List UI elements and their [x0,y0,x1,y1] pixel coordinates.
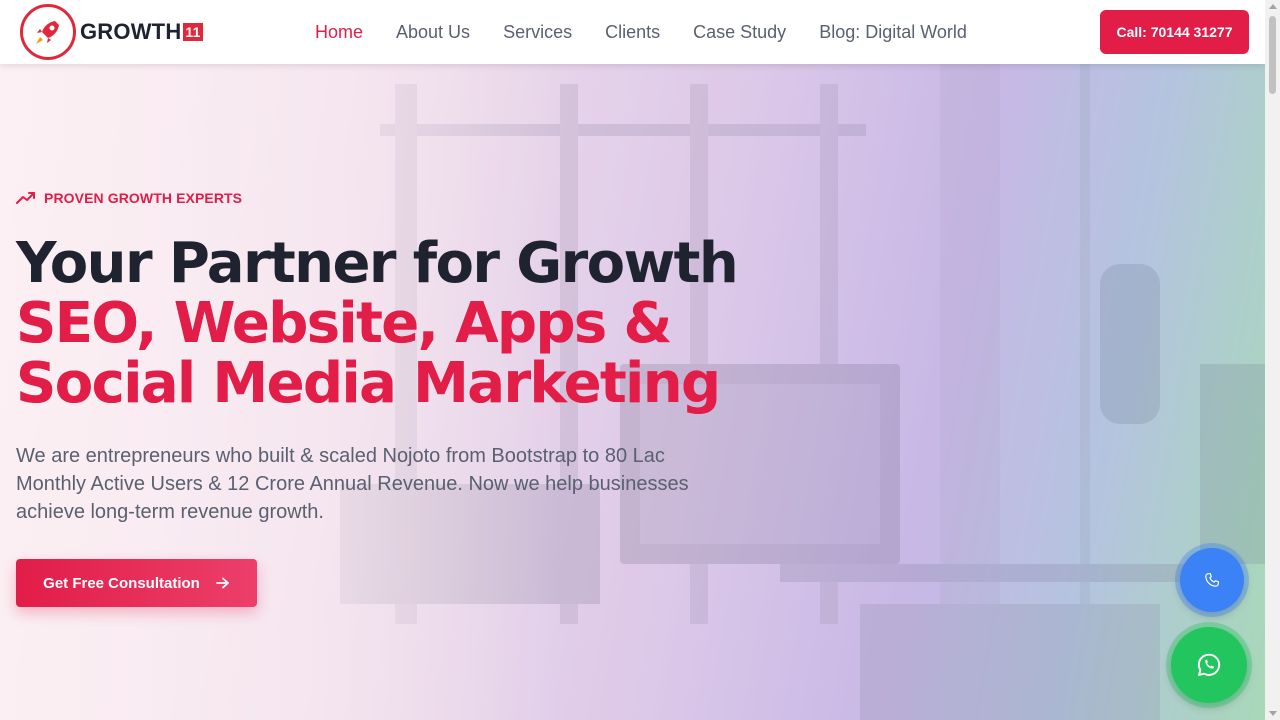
scrollbar-thumb[interactable] [1269,16,1276,94]
whatsapp-fab[interactable] [1171,627,1247,703]
hero-title: Your Partner for Growth SEO, Website, Ap… [16,231,739,414]
hero-eyebrow: PROVEN GROWTH EXPERTS [16,190,242,206]
call-button[interactable]: Call: 70144 31277 [1100,10,1249,54]
scroll-up-arrow-icon[interactable] [1269,4,1277,9]
nav-services[interactable]: Services [503,22,572,43]
site-header: GROWTH 11 Home About Us Services Clients… [0,0,1265,64]
hero-title-line-1: Your Partner for Growth [16,231,739,296]
phone-fab[interactable] [1180,548,1244,612]
nav-clients[interactable]: Clients [605,22,660,43]
hero-description: We are entrepreneurs who built & scaled … [16,445,689,523]
nav-home[interactable]: Home [315,22,363,43]
hero-title-line-2: SEO, Website, Apps & [16,294,737,354]
rocket-icon [20,4,76,60]
cta-label: Get Free Consultation [43,574,200,592]
scroll-down-arrow-icon[interactable] [1269,711,1277,716]
nav-case-study[interactable]: Case Study [693,22,786,43]
whatsapp-icon [1197,653,1221,676]
logo-wordmark: GROWTH 11 [80,19,203,44]
main-nav: Home About Us Services Clients Case Stud… [315,0,1000,64]
hero-eyebrow-label: PROVEN GROWTH EXPERTS [44,190,243,206]
logo[interactable]: GROWTH 11 [20,4,203,60]
nav-about-us[interactable]: About Us [396,22,470,43]
phone-icon [1205,573,1219,587]
trending-up-icon [16,192,35,204]
page-scrollbar[interactable] [1265,0,1280,720]
hero-section: PROVEN GROWTH EXPERTS Your Partner for G… [0,64,1265,720]
hero-title-line-3: Social Media Marketing [16,354,737,414]
nav-blog[interactable]: Blog: Digital World [819,22,967,43]
arrow-right-icon [215,577,230,589]
get-free-consultation-button[interactable]: Get Free Consultation [16,559,257,607]
